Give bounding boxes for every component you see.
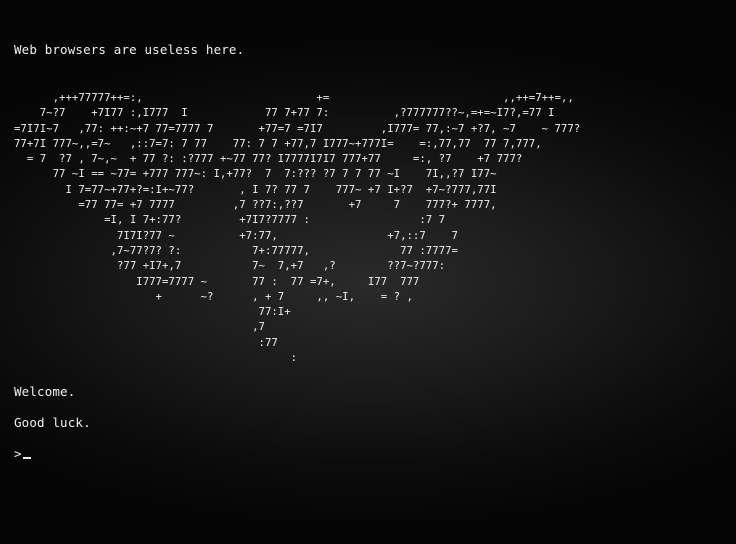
header-message: Web browsers are useless here. xyxy=(14,42,245,57)
prompt-symbol: > xyxy=(14,446,22,461)
terminal-window[interactable]: Web browsers are useless here. ,+++77777… xyxy=(0,0,736,544)
command-prompt[interactable]: > xyxy=(14,446,31,461)
welcome-message: Welcome. xyxy=(14,384,76,399)
good-luck-message: Good luck. xyxy=(14,415,91,430)
ascii-art-logo: ,+++77777++=:, += ,,++=7++=,, 7~?7 +7I77… xyxy=(14,91,581,365)
text-cursor xyxy=(22,457,31,459)
